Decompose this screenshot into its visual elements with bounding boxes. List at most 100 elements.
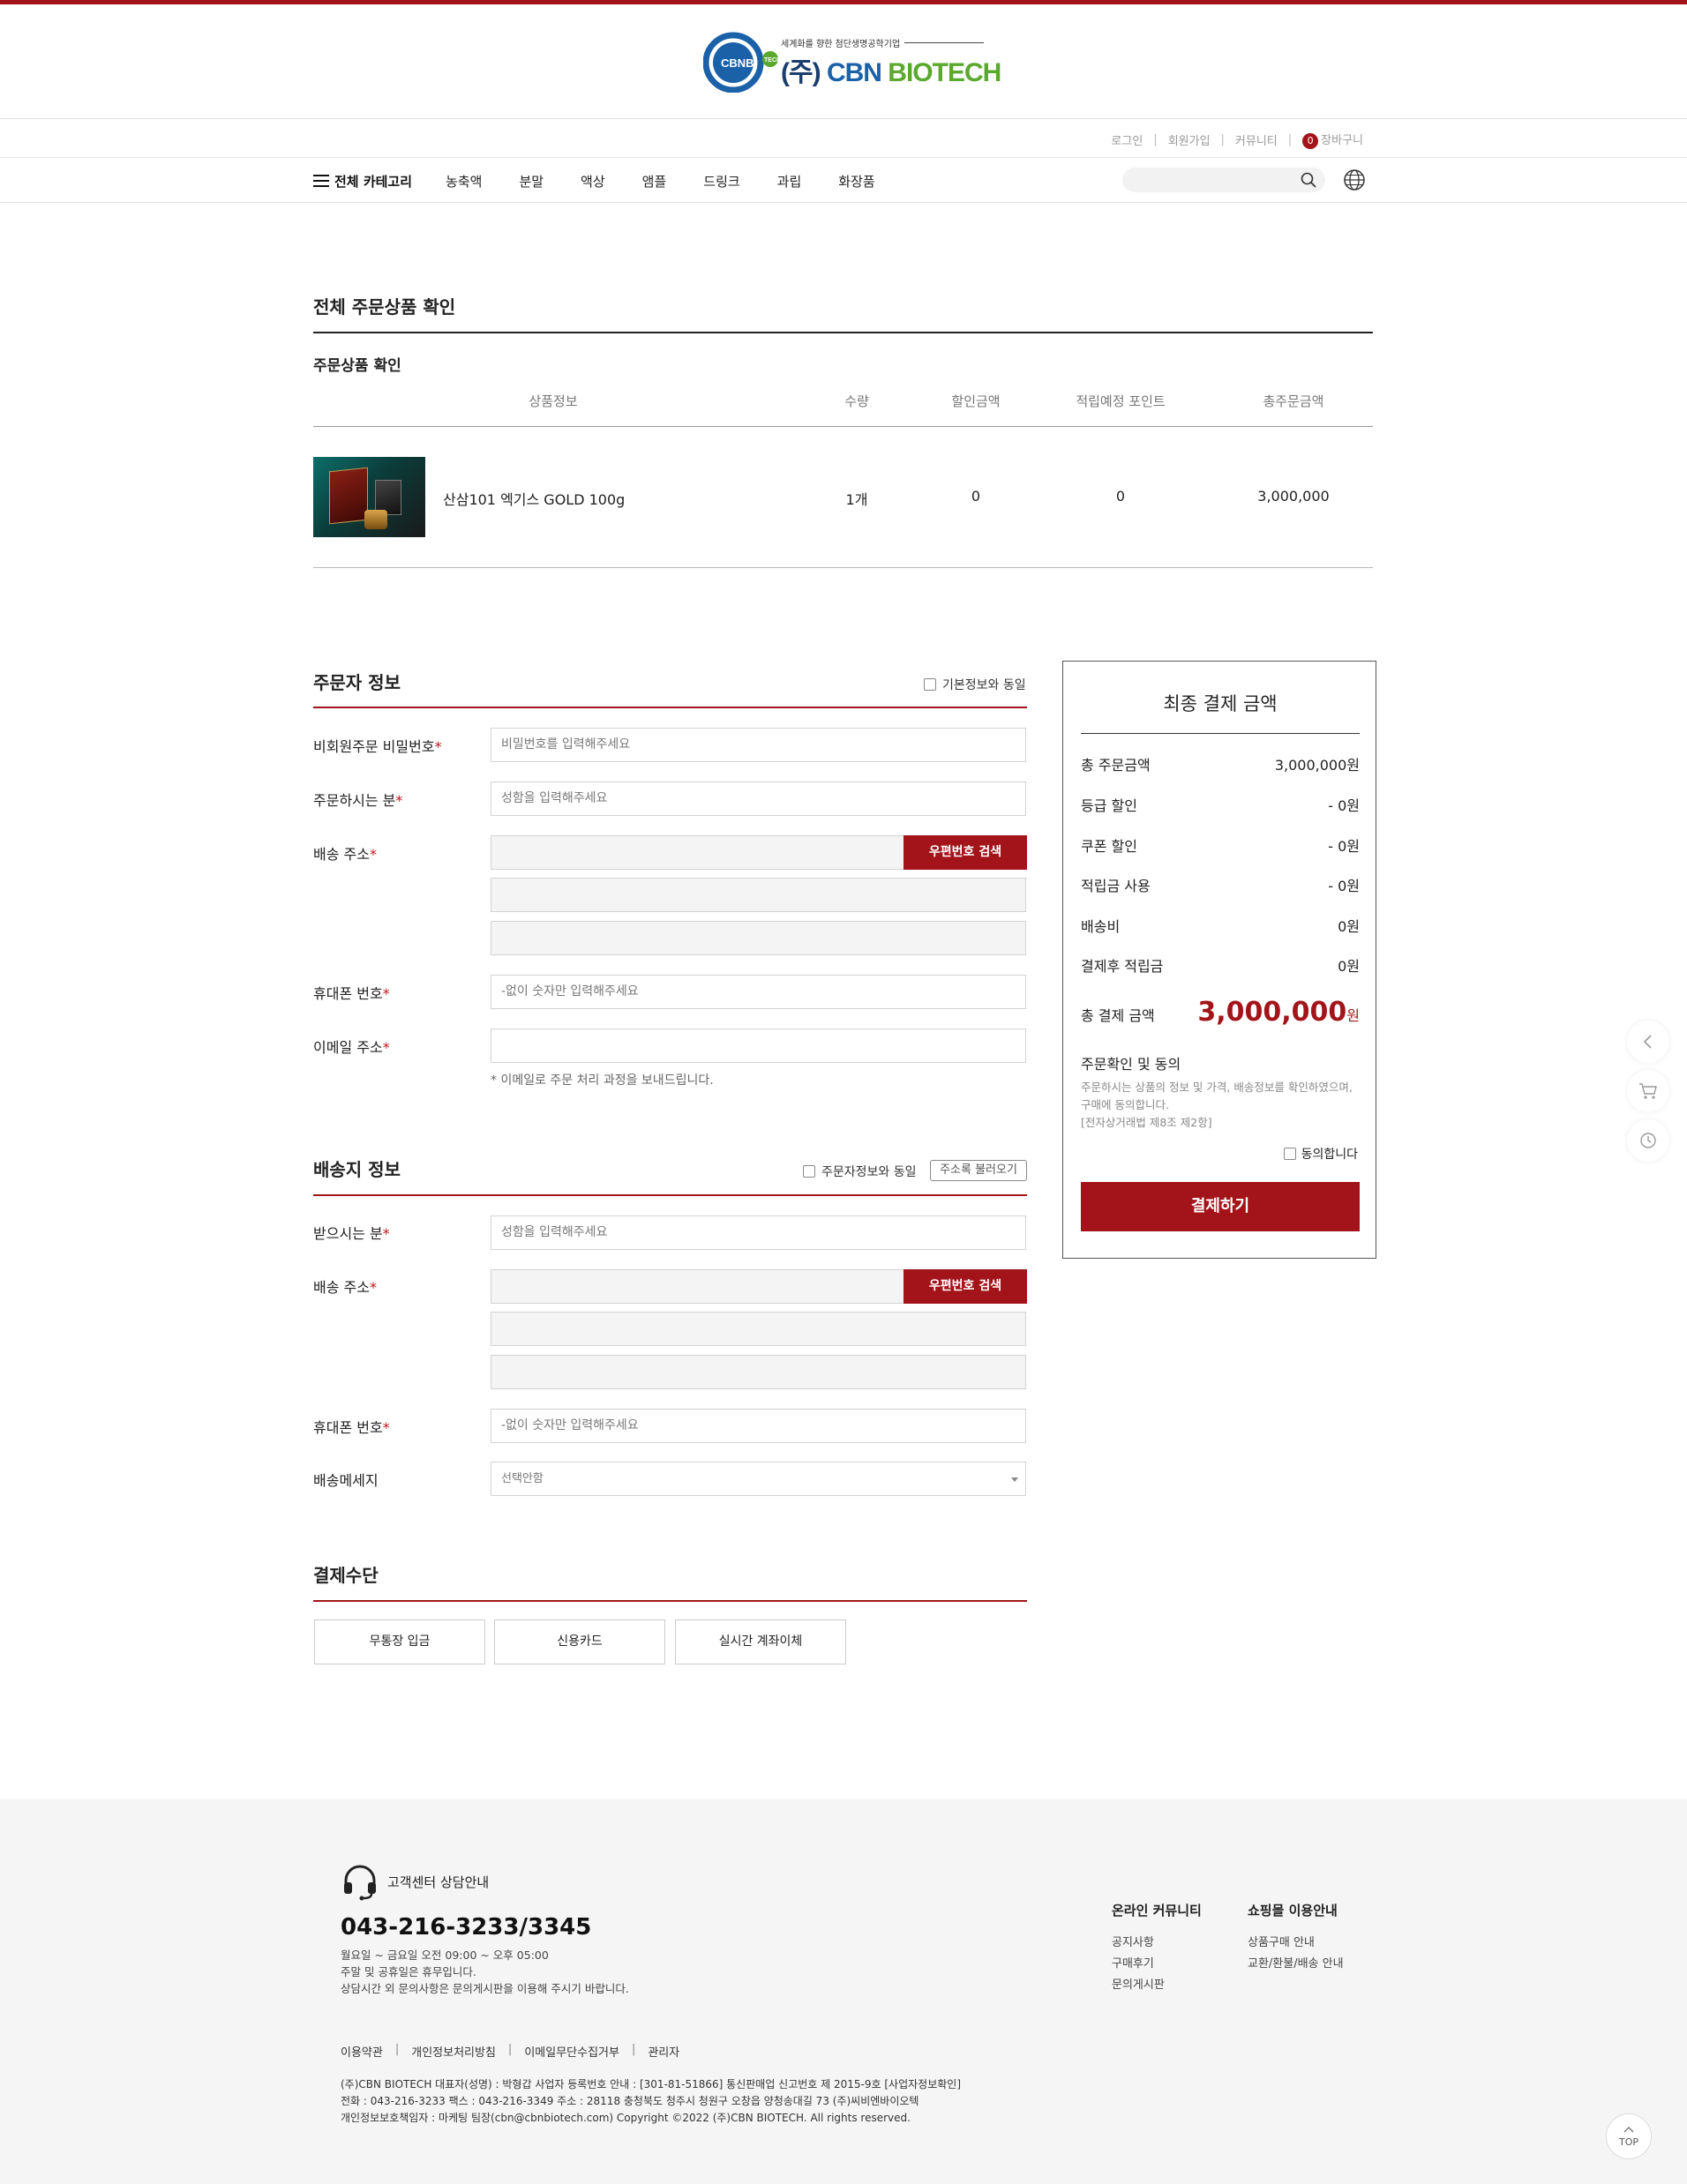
label-text: 주문하시는 분: [313, 792, 396, 809]
divider: |: [507, 2043, 513, 2056]
email-refuse-link[interactable]: 이메일무단수집거부: [524, 2043, 619, 2060]
scroll-top-button[interactable]: TOP: [1606, 2113, 1652, 2159]
all-category-button[interactable]: 전체 카테고리: [313, 172, 412, 191]
summary-row-value: 0원: [1338, 918, 1360, 935]
payment-realtime-transfer-button[interactable]: 실시간 계좌이체: [675, 1619, 846, 1664]
password-field[interactable]: 비밀번호를 입력해주세요: [491, 728, 1026, 762]
product-thumbnail[interactable]: [313, 457, 425, 537]
nav-item[interactable]: 드링크: [703, 172, 739, 191]
product-qty: 1개: [845, 491, 868, 508]
admin-link[interactable]: 관리자: [648, 2043, 679, 2060]
payment-bank-transfer-button[interactable]: 무통장 입금: [314, 1619, 485, 1664]
required-mark: *: [395, 792, 403, 809]
cart-link[interactable]: 0 장바구니: [1302, 131, 1363, 149]
footer-link[interactable]: 문의게시판: [1112, 1975, 1165, 1992]
required-mark: *: [382, 985, 390, 1002]
orderer-zip-field[interactable]: [491, 835, 905, 870]
hours-line: 주말 및 공휴일은 휴무입니다.: [341, 1965, 476, 1978]
payment-summary-panel: 최종 결제 금액 총 주문금액 3,000,000원 등급 할인 - 0원 쿠폰 할…: [1062, 661, 1376, 1259]
pay-button[interactable]: 결제하기: [1081, 1182, 1360, 1231]
shipping-zip-field[interactable]: [491, 1269, 905, 1304]
checkbox[interactable]: [803, 1165, 815, 1178]
orderer-zip-search-button[interactable]: 우편번호 검색: [903, 835, 1027, 870]
shipping-address2-field[interactable]: [491, 1355, 1026, 1389]
nav-item[interactable]: 과립: [777, 172, 802, 191]
payment-rule: [313, 1600, 1027, 1602]
payment-section-title: 결제수단: [313, 1565, 379, 1586]
cs-phone: 043-216-3233/3345: [341, 1914, 592, 1941]
shipping-zip-search-button[interactable]: 우편번호 검색: [903, 1269, 1027, 1304]
label-text: 이메일 주소: [313, 1039, 383, 1056]
nav-item[interactable]: 분말: [519, 172, 544, 191]
footer-link[interactable]: 상품구매 안내: [1248, 1933, 1315, 1949]
login-link[interactable]: 로그인: [1111, 131, 1143, 148]
password-label: 비회원주문 비밀번호*: [313, 735, 442, 756]
order-subtitle: 주문상품 확인: [313, 357, 401, 375]
chevron-left-icon: [1643, 1035, 1652, 1049]
nav-item[interactable]: 화장품: [838, 172, 874, 191]
receiver-phone-field[interactable]: -없이 숫자만 입력해주세요: [491, 1409, 1026, 1443]
summary-row: 결제후 적립금 0원: [1081, 954, 1360, 976]
terms-link[interactable]: 이용약관: [341, 2043, 383, 2060]
nav-item[interactable]: 농축액: [446, 172, 482, 191]
orderer-rule: [313, 707, 1027, 708]
email-note: * 이메일로 주문 처리 과정을 보내드립니다.: [491, 1073, 714, 1088]
footer-link[interactable]: 공지사항: [1112, 1933, 1154, 1949]
history-icon: [1640, 1133, 1656, 1148]
summary-row: 총 주문금액 3,000,000원: [1081, 753, 1360, 774]
community-link[interactable]: 커뮤니티: [1235, 131, 1278, 148]
receiver-phone-label: 휴대폰 번호*: [313, 1416, 390, 1437]
nav-item[interactable]: 액상: [581, 172, 605, 191]
cart-label: 장바구니: [1321, 134, 1363, 147]
orderer-address2-field[interactable]: [491, 921, 1026, 955]
summary-row-value: 3,000,000원: [1274, 757, 1360, 774]
total-value: 3,000,000: [1197, 997, 1347, 1028]
quick-cart-button[interactable]: [1627, 1070, 1669, 1112]
orderer-name-field[interactable]: 성함을 입력해주세요: [491, 782, 1026, 816]
summary-row-label: 총 주문금액: [1081, 757, 1151, 774]
orderer-phone-field[interactable]: -없이 숫자만 입력해주세요: [491, 975, 1026, 1009]
logo-mark-text: CBNBI: [721, 56, 757, 70]
orderer-address-label: 배송 주소*: [313, 842, 377, 864]
nav-bottom-divider: [0, 202, 1687, 203]
same-as-orderer-check[interactable]: 주문자정보와 동일: [803, 1163, 917, 1180]
search-input[interactable]: [1122, 168, 1325, 192]
nav-top-divider: [0, 157, 1687, 158]
checkbox[interactable]: [1283, 1148, 1296, 1160]
back-button[interactable]: [1627, 1021, 1669, 1063]
same-as-default-check[interactable]: 기본정보와 동일: [924, 676, 1026, 693]
search-icon[interactable]: [1301, 172, 1316, 188]
payment-credit-card-button[interactable]: 신용카드: [494, 1619, 665, 1664]
address-book-button[interactable]: 주소록 불러오기: [930, 1160, 1027, 1181]
product-name[interactable]: 산삼101 엑기스 GOLD 100g: [443, 488, 625, 509]
checkbox-label: 동의합니다: [1301, 1148, 1358, 1162]
summary-row-value: - 0원: [1328, 878, 1360, 894]
title-rule: [313, 332, 1373, 333]
agree-title: 주문확인 및 동의: [1081, 1056, 1181, 1073]
summary-row-label: 등급 할인: [1081, 797, 1137, 814]
orderer-email-field[interactable]: [491, 1028, 1026, 1063]
checkbox[interactable]: [924, 678, 936, 691]
recent-view-button[interactable]: [1627, 1119, 1669, 1162]
checkbox-label: 기본정보와 동일: [942, 678, 1026, 692]
site-logo[interactable]: CBNBI TECH 세계화를 향한 첨단생명공학기업 (주) CBN BIOT…: [702, 29, 1001, 93]
col-header-product: 상품정보: [529, 393, 578, 409]
select-value: 선택안함: [501, 1472, 544, 1485]
join-link[interactable]: 회원가입: [1168, 131, 1211, 148]
delivery-message-select[interactable]: 선택안함: [491, 1462, 1026, 1496]
orderer-address1-field[interactable]: [491, 878, 1026, 912]
receiver-name-field[interactable]: 성함을 입력해주세요: [491, 1215, 1026, 1250]
shipping-address1-field[interactable]: [491, 1312, 1026, 1346]
divider: |: [1287, 133, 1293, 146]
footer-link[interactable]: 구매후기: [1112, 1954, 1154, 1971]
required-mark: *: [382, 1419, 390, 1436]
privacy-link[interactable]: 개인정보처리방침: [411, 2043, 496, 2060]
label-text: 배송 주소: [313, 846, 370, 863]
nav-item[interactable]: 앰플: [642, 172, 667, 191]
globe-icon[interactable]: [1343, 168, 1366, 191]
agree-checkbox[interactable]: 동의합니다: [1283, 1145, 1358, 1163]
summary-total: 총 결제 금액 3,000,000원: [1081, 997, 1360, 1028]
footer-link[interactable]: 교환/환불/배송 안내: [1248, 1954, 1344, 1971]
col-header-qty: 수량: [844, 393, 869, 409]
utility-links: 로그인 | 회원가입 | 커뮤니티 | 0 장바구니: [1111, 131, 1363, 149]
